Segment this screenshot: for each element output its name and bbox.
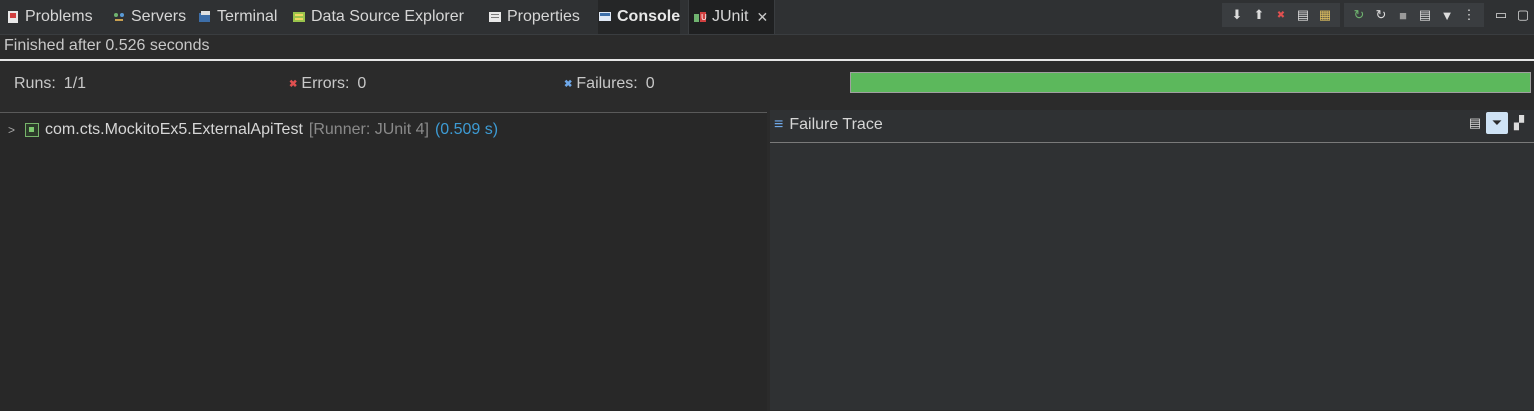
tree-node-test-class[interactable]: > com.cts.MockitoEx5.ExternalApiTest [Ru… — [8, 121, 498, 139]
tab-label: Problems — [25, 8, 93, 25]
failures-counter: ✖ Failures: 0 — [564, 74, 655, 94]
scroll-lock-icon[interactable]: ▤ — [1292, 4, 1314, 26]
tab-label: Terminal — [217, 8, 278, 25]
tab-properties[interactable]: Properties — [488, 0, 580, 34]
failures-label: Failures: — [576, 75, 638, 92]
tab-label: JUnit — [712, 8, 749, 25]
filter-stack-icon[interactable]: ⏷ — [1486, 112, 1508, 134]
failure-trace-pane: ≡ Failure Trace ▤ ⏷ ▞ — [770, 110, 1534, 410]
previous-failure-icon[interactable]: ⬆ — [1248, 4, 1270, 26]
divider — [0, 59, 1534, 61]
runner-label: [Runner: JUnit 4] — [308, 121, 429, 138]
tab-label: Console — [617, 8, 681, 25]
progress-bar — [850, 72, 1531, 93]
compare-results-icon[interactable]: ▤ — [1464, 112, 1486, 134]
tab-label: Servers — [131, 8, 187, 25]
problems-icon — [6, 10, 20, 24]
runs-value: 1/1 — [63, 75, 87, 92]
tab-junit[interactable]: U JUnit ✕ — [688, 0, 776, 34]
tab-label: Properties — [507, 8, 580, 25]
tab-problems[interactable]: Problems — [6, 0, 93, 34]
tab-console[interactable]: Console — [598, 0, 681, 34]
errors-label: Errors: — [301, 75, 350, 92]
elapsed-time: (0.509 s) — [434, 121, 499, 138]
stack-trace-icon: ≡ — [774, 116, 784, 133]
tab-data-source-explorer[interactable]: Data Source Explorer — [292, 0, 464, 34]
rerun-failed-icon[interactable]: ↻ — [1370, 4, 1392, 26]
rerun-icon[interactable]: ↻ — [1348, 4, 1370, 26]
data-source-icon — [292, 10, 306, 24]
test-tree: > com.cts.MockitoEx5.ExternalApiTest [Ru… — [0, 112, 767, 411]
errors-counter: ✖ Errors: 0 — [289, 74, 366, 94]
more-icon[interactable]: ⋮ — [1458, 4, 1480, 26]
failure-trace-title: Failure Trace — [789, 116, 883, 133]
properties-icon — [488, 10, 502, 24]
tab-label: Data Source Explorer — [311, 8, 464, 25]
runs-label: Runs: — [14, 75, 56, 92]
stop-icon[interactable]: ■ — [1392, 4, 1414, 26]
copy-trace-icon[interactable]: ▞ — [1508, 112, 1530, 134]
layout-icon[interactable]: ▦ — [1314, 4, 1336, 26]
run-status: Finished after 0.526 seconds — [4, 37, 210, 54]
failure-trace-header: ≡ Failure Trace — [774, 116, 883, 134]
progress-fill — [851, 73, 1530, 92]
view-tab-bar: Problems Servers Terminal Data Source Ex… — [0, 0, 1534, 35]
divider — [770, 142, 1534, 143]
view-toolbar: ⬇ ⬆ ✖ ▤ ▦ ↻ ↻ ■ ▤ ▼ ⋮ ▭ ▢ — [1218, 0, 1534, 30]
failure-icon: ✖ — [564, 78, 573, 90]
next-failure-icon[interactable]: ⬇ — [1226, 4, 1248, 26]
error-icon: ✖ — [289, 78, 298, 90]
test-suite-icon — [25, 123, 40, 137]
history-icon[interactable]: ▤ — [1414, 4, 1436, 26]
toolbar-group: ⬇ ⬆ ✖ ▤ ▦ — [1222, 3, 1340, 27]
toolbar-group: ↻ ↻ ■ ▤ ▼ ⋮ — [1344, 3, 1484, 27]
runs-counter: Runs: 1/1 — [14, 74, 86, 94]
failures-only-icon[interactable]: ✖ — [1270, 4, 1292, 26]
terminal-icon — [198, 10, 212, 24]
servers-icon — [112, 10, 126, 24]
view-menu-icon[interactable]: ▼ — [1436, 4, 1458, 26]
console-icon — [598, 10, 612, 24]
trace-toolbar: ▤ ⏷ ▞ — [1464, 112, 1530, 134]
tab-servers[interactable]: Servers — [112, 0, 186, 34]
maximize-icon[interactable]: ▢ — [1512, 4, 1534, 26]
errors-value: 0 — [357, 75, 367, 92]
close-icon[interactable]: ✕ — [756, 9, 768, 26]
test-class-name: com.cts.MockitoEx5.ExternalApiTest — [45, 121, 303, 138]
svg-text:U: U — [701, 13, 707, 22]
failures-value: 0 — [645, 75, 655, 92]
minimize-icon[interactable]: ▭ — [1490, 4, 1512, 26]
tab-terminal[interactable]: Terminal — [198, 0, 277, 34]
junit-icon: U — [693, 10, 707, 24]
chevron-right-icon[interactable]: > — [8, 123, 15, 137]
